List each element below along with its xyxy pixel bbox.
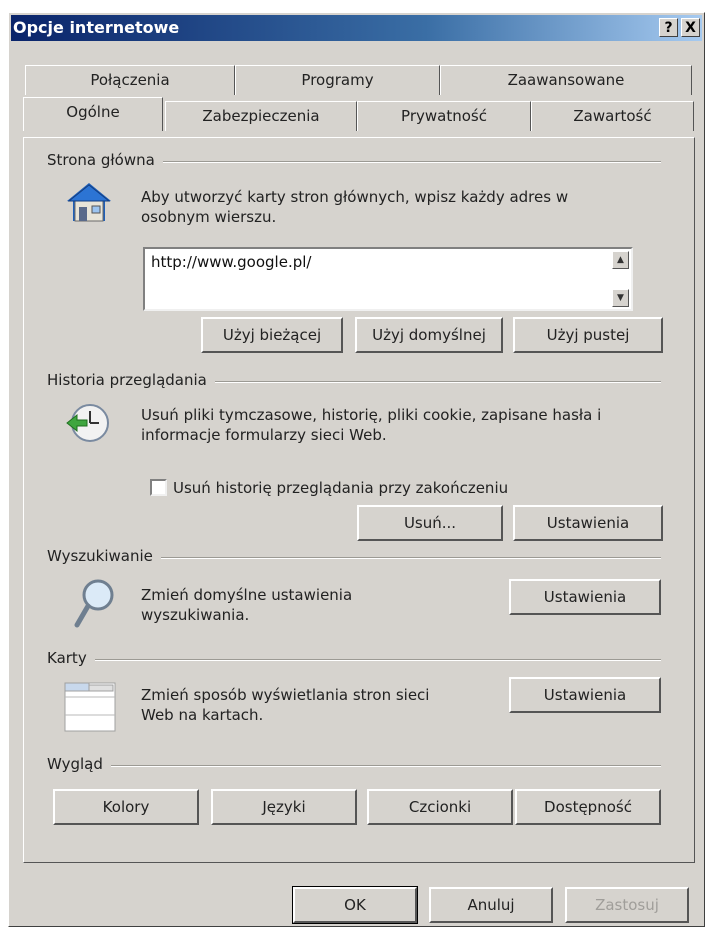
use-current-button[interactable]: Użyj bieżącej: [201, 317, 343, 353]
home-group-title: Strona główna: [47, 151, 163, 169]
history-description-line1: Usuń pliki tymczasowe, historię, pliki c…: [141, 406, 602, 424]
appearance-group-divider: [49, 765, 661, 767]
delete-history-on-exit-label[interactable]: Usuń historię przeglądania przy zakończe…: [173, 478, 508, 498]
magnifier-icon: [74, 579, 114, 628]
search-settings-button[interactable]: Ustawienia: [509, 579, 661, 615]
scroll-up-button[interactable]: ▲: [612, 251, 629, 269]
use-blank-button[interactable]: Użyj pustej: [513, 317, 663, 353]
ok-button[interactable]: OK: [292, 886, 418, 924]
history-description-line2: informacje formularzy sieci Web.: [141, 426, 387, 444]
home-page-url: http://www.google.pl/: [151, 253, 312, 271]
appearance-group-title: Wygląd: [47, 755, 111, 773]
accessibility-button[interactable]: Dostępność: [515, 789, 661, 825]
tabs-settings-button[interactable]: Ustawienia: [509, 677, 661, 713]
scroll-down-button[interactable]: ▼: [612, 289, 629, 307]
home-description-line2: osobnym wierszu.: [141, 208, 277, 226]
tab-general[interactable]: Ogólne: [23, 97, 163, 131]
home-icon: [67, 183, 111, 222]
search-group-title: Wyszukiwanie: [47, 547, 161, 565]
languages-button[interactable]: Języki: [211, 789, 357, 825]
cancel-button[interactable]: Anuluj: [429, 887, 553, 923]
close-button[interactable]: X: [681, 18, 700, 37]
help-button[interactable]: ?: [659, 18, 678, 37]
tab-advanced[interactable]: Zaawansowane: [440, 65, 692, 95]
tabs-window-icon: [64, 682, 116, 732]
fonts-button[interactable]: Czcionki: [367, 789, 513, 825]
tab-content[interactable]: Zawartość: [531, 101, 694, 131]
tabs-description-line2: Web na kartach.: [141, 706, 264, 724]
tab-security[interactable]: Zabezpieczenia: [165, 101, 357, 131]
internet-options-dialog: Opcje internetowe ? X Połączenia Program…: [8, 12, 705, 927]
search-description-line1: Zmień domyślne ustawienia: [141, 586, 353, 604]
delete-history-on-exit-checkbox[interactable]: [150, 479, 167, 496]
home-page-urls-textarea[interactable]: http://www.google.pl/ ▲ ▼: [143, 247, 633, 311]
tab-privacy[interactable]: Prywatność: [357, 101, 531, 131]
history-group-title: Historia przeglądania: [47, 371, 215, 389]
tabs-group-divider: [49, 659, 661, 661]
delete-history-button[interactable]: Usuń...: [357, 505, 503, 541]
use-default-button[interactable]: Użyj domyślnej: [355, 317, 503, 353]
window-title: Opcje internetowe: [13, 18, 180, 37]
search-description-line2: wyszukiwania.: [141, 606, 250, 624]
tabs-description-line1: Zmień sposób wyświetlania stron sieci: [141, 686, 430, 704]
history-clock-icon: [66, 404, 109, 442]
tab-panel-general: [23, 137, 695, 863]
tabs-group-title: Karty: [47, 649, 95, 667]
colors-button[interactable]: Kolory: [53, 789, 199, 825]
history-settings-button[interactable]: Ustawienia: [513, 505, 663, 541]
apply-button[interactable]: Zastosuj: [565, 887, 689, 923]
home-description-line1: Aby utworzyć karty stron głównych, wpisz…: [141, 188, 569, 206]
tab-programs[interactable]: Programy: [235, 65, 440, 95]
tab-connections[interactable]: Połączenia: [25, 65, 235, 95]
title-bar[interactable]: Opcje internetowe ? X: [11, 15, 702, 41]
